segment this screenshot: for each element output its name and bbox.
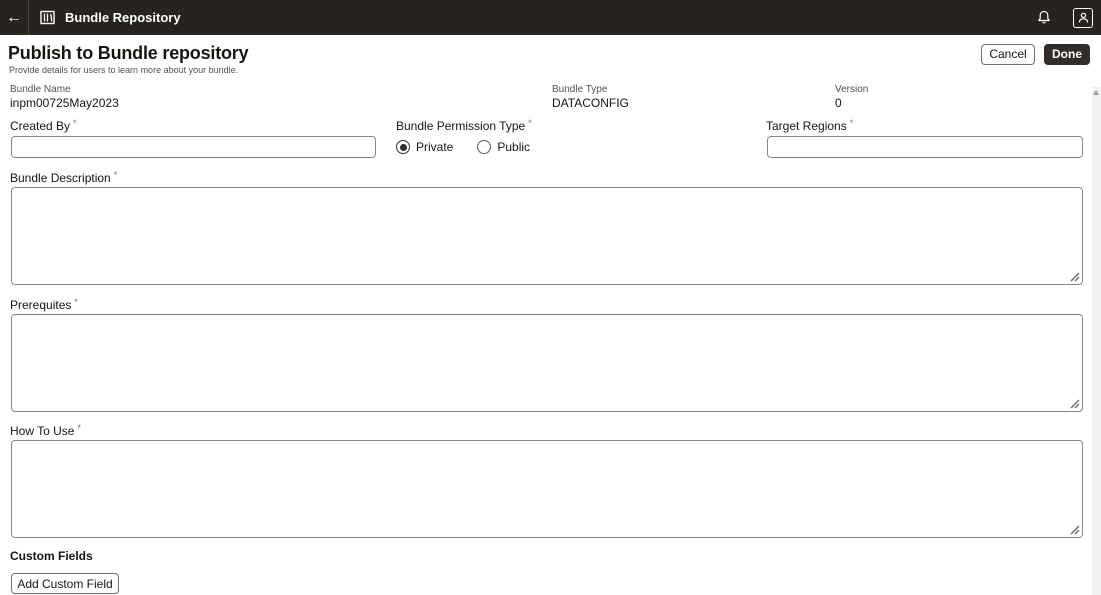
radio-private[interactable]: Private — [396, 140, 453, 154]
created-by-label: Created By* — [10, 118, 77, 133]
required-marker: * — [528, 118, 532, 128]
bundle-type-value: DATACONFIG — [552, 96, 629, 110]
app-header: ← Bundle Repository — [0, 0, 1101, 35]
prerequites-textarea[interactable] — [11, 314, 1083, 412]
bundle-name-value: inpm00725May2023 — [10, 96, 119, 110]
cancel-button[interactable]: Cancel — [981, 44, 1035, 65]
back-icon[interactable]: ← — [0, 0, 28, 35]
radio-selected-icon — [396, 140, 410, 154]
version-label: Version — [835, 84, 868, 95]
done-button[interactable]: Done — [1044, 44, 1090, 65]
app-title: Bundle Repository — [65, 10, 181, 25]
target-regions-label: Target Regions* — [766, 118, 853, 133]
required-marker: * — [114, 170, 118, 180]
radio-public[interactable]: Public — [477, 140, 530, 154]
add-custom-field-button[interactable]: Add Custom Field — [11, 573, 119, 594]
bundle-repository-icon — [40, 10, 55, 25]
required-marker: * — [850, 118, 854, 128]
version-value: 0 — [835, 96, 842, 110]
target-regions-input[interactable] — [767, 136, 1083, 158]
header-divider — [28, 0, 29, 35]
page-title: Publish to Bundle repository — [8, 43, 248, 64]
how-to-use-label: How To Use* — [10, 423, 81, 438]
created-by-input[interactable] — [11, 136, 376, 158]
bundle-description-label: Bundle Description* — [10, 170, 117, 185]
custom-fields-heading: Custom Fields — [10, 549, 93, 563]
user-avatar-icon[interactable] — [1073, 8, 1093, 28]
scrollbar-up-arrow-icon[interactable] — [1093, 90, 1099, 95]
radio-unselected-icon — [477, 140, 491, 154]
bundle-type-label: Bundle Type — [552, 84, 607, 95]
prerequites-label: Prerequites* — [10, 297, 78, 312]
required-marker: * — [73, 118, 77, 128]
required-marker: * — [74, 297, 78, 307]
bundle-name-label: Bundle Name — [10, 84, 71, 95]
vertical-scrollbar[interactable] — [1092, 87, 1101, 595]
bundle-permission-type-radio-group: Private Public — [396, 140, 530, 154]
bundle-description-textarea[interactable] — [11, 187, 1083, 285]
how-to-use-textarea[interactable] — [11, 440, 1083, 538]
required-marker: * — [77, 423, 81, 433]
bundle-permission-type-label: Bundle Permission Type* — [396, 118, 532, 133]
notifications-bell-icon[interactable] — [1029, 0, 1059, 35]
page-subtitle: Provide details for users to learn more … — [9, 65, 238, 75]
